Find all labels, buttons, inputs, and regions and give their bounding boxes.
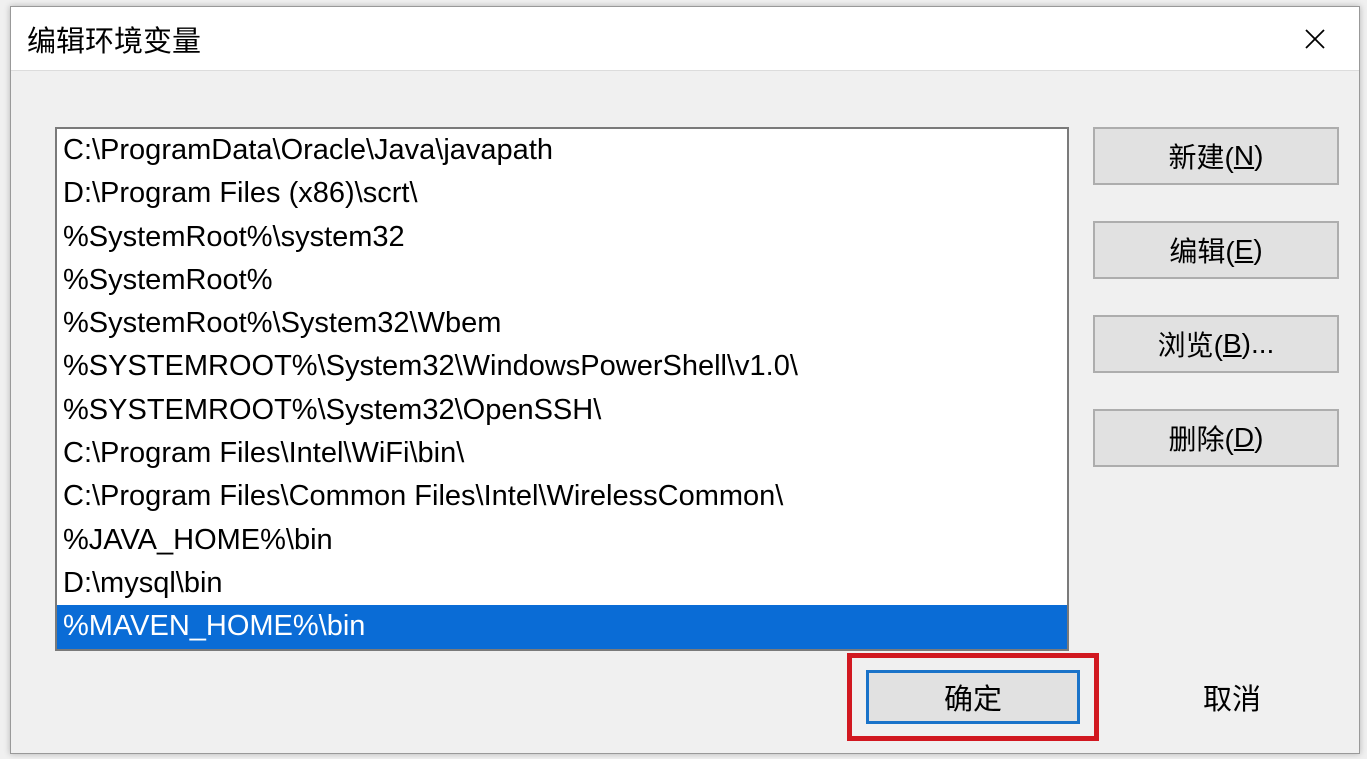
browse-button[interactable]: 浏览(B)... [1093, 315, 1339, 373]
path-list-item[interactable]: %SystemRoot%\system32 [57, 216, 1067, 259]
btn-mnemonic: D [1234, 422, 1254, 454]
path-list-item[interactable]: %SystemRoot%\System32\Wbem [57, 302, 1067, 345]
cancel-button[interactable]: 取消 [1125, 670, 1339, 724]
btn-label-suffix: ) [1254, 422, 1263, 454]
btn-mnemonic: E [1235, 234, 1254, 266]
btn-label-suffix: )... [1242, 328, 1275, 360]
ok-label: 确定 [944, 676, 1002, 718]
path-list-item[interactable]: C:\Program Files\Intel\WiFi\bin\ [57, 432, 1067, 475]
path-list-item[interactable]: %SystemRoot% [57, 259, 1067, 302]
cancel-label: 取消 [1203, 676, 1261, 718]
btn-label-suffix: ) [1253, 234, 1262, 266]
side-button-column: 新建(N) 编辑(E) 浏览(B)... 删除(D) [1093, 127, 1339, 503]
btn-label-prefix: 编辑( [1169, 230, 1234, 270]
btn-label-prefix: 浏览( [1158, 324, 1223, 364]
ok-highlight-box: 确定 [847, 653, 1099, 741]
delete-button[interactable]: 删除(D) [1093, 409, 1339, 467]
dialog-title: 编辑环境变量 [27, 18, 1287, 60]
edit-button[interactable]: 编辑(E) [1093, 221, 1339, 279]
client-area: C:\ProgramData\Oracle\Java\javapathD:\Pr… [11, 71, 1359, 753]
btn-label-prefix: 删除( [1169, 418, 1234, 458]
close-button[interactable] [1287, 11, 1343, 67]
path-list-item[interactable]: %JAVA_HOME%\bin [57, 519, 1067, 562]
path-listbox[interactable]: C:\ProgramData\Oracle\Java\javapathD:\Pr… [55, 127, 1069, 651]
btn-label-suffix: ) [1254, 140, 1263, 172]
ok-button[interactable]: 确定 [866, 670, 1080, 724]
titlebar: 编辑环境变量 [11, 7, 1359, 71]
path-list-item[interactable]: %MAVEN_HOME%\bin [57, 605, 1067, 648]
path-list-item[interactable]: D:\Program Files (x86)\scrt\ [57, 172, 1067, 215]
new-button[interactable]: 新建(N) [1093, 127, 1339, 185]
btn-label-prefix: 新建( [1169, 136, 1234, 176]
path-list-item[interactable]: %SYSTEMROOT%\System32\OpenSSH\ [57, 389, 1067, 432]
path-list-item[interactable]: C:\Program Files\Common Files\Intel\Wire… [57, 475, 1067, 518]
path-list-item[interactable]: D:\mysql\bin [57, 562, 1067, 605]
btn-mnemonic: B [1223, 328, 1242, 360]
env-var-editor-dialog: 编辑环境变量 C:\ProgramData\Oracle\Java\javapa… [10, 6, 1360, 754]
close-icon [1304, 28, 1326, 50]
path-list-item[interactable]: %SYSTEMROOT%\System32\WindowsPowerShell\… [57, 345, 1067, 388]
dialog-bottom-bar: 确定 取消 [11, 647, 1359, 747]
path-list-item[interactable]: C:\ProgramData\Oracle\Java\javapath [57, 129, 1067, 172]
btn-mnemonic: N [1234, 140, 1254, 172]
